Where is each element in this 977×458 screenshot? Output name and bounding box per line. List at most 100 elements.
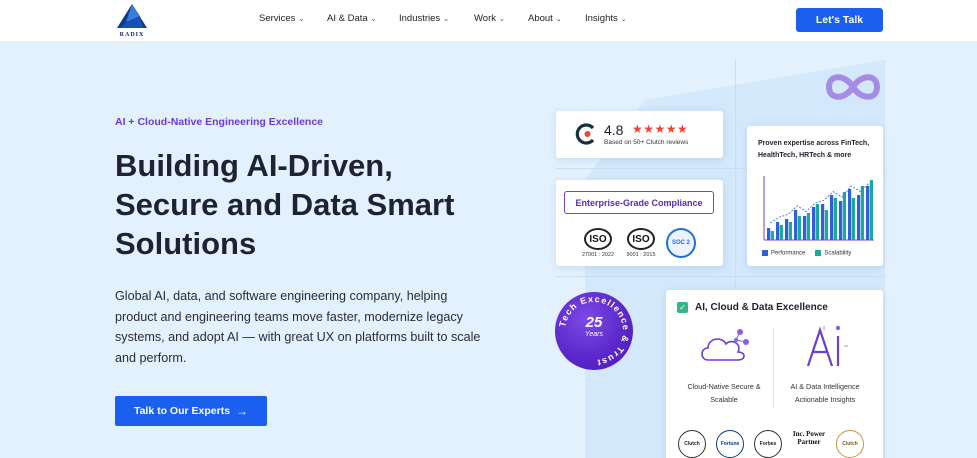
chart-bar-performance-10	[848, 189, 852, 240]
nav-label: About	[528, 13, 553, 24]
chart-bar-scalability-2	[779, 225, 783, 240]
chart-bar-performance-11	[857, 195, 861, 240]
chevron-down-icon: ⌄	[620, 15, 627, 23]
cta-label: Talk to Our Experts	[133, 405, 231, 417]
chart-bar-scalability-7	[824, 210, 828, 240]
infinity-icon	[825, 74, 881, 100]
lets-talk-button[interactable]: Let's Talk	[796, 8, 883, 32]
tech-excellence-badge: Tech Excellence & Trust 25 Years	[555, 292, 633, 370]
badge-years-number: 25	[585, 314, 603, 331]
chart-bar-performance-12	[866, 186, 870, 240]
chart-bar-scalability-1	[770, 231, 774, 240]
radix-logo[interactable]: RADIX	[113, 2, 151, 40]
chart-bar-scalability-10	[851, 198, 855, 240]
chart-bar-scalability-3	[788, 222, 792, 240]
legend-label: Scalability	[824, 250, 852, 257]
excellence-card: ✓ AI, Cloud & Data Excellence Cloud-Nati…	[666, 290, 883, 458]
nav-label: AI & Data	[327, 13, 368, 24]
clutch-logo-icon	[575, 123, 595, 145]
nav-insights[interactable]: Insights ⌄	[585, 13, 655, 24]
compliance-card: Enterprise-Grade Compliance ISO 27001 : …	[556, 180, 723, 266]
chart-bar-scalability-11	[860, 186, 864, 240]
logo-mark-icon	[117, 4, 147, 28]
clutch-subtitle: Based on 50+ Clutch reviews	[604, 139, 689, 146]
fortune-award-badge: Fortune	[716, 430, 744, 458]
chevron-down-icon: ⌄	[370, 15, 377, 23]
chevron-down-icon: ⌄	[298, 15, 305, 23]
forbes-award-badge: Forbes	[754, 430, 782, 458]
label-line: AI & Data Intelligence	[790, 382, 860, 391]
chart-bar-performance-8	[830, 195, 834, 240]
badge-center: 25 Years	[576, 314, 612, 339]
inc-power-partner-badge: Inc. Power Partner	[792, 430, 826, 446]
nav-label: Work	[474, 13, 496, 24]
iso-27001-badge: ISO 27001 : 2022	[578, 228, 618, 258]
site-header: RADIX Services ⌄ AI & Data ⌄ Industries ⌄ W…	[0, 0, 977, 42]
award-badges: Clutch Fortune Forbes Inc. Power Partner…	[678, 430, 864, 458]
legend-item: Performance	[762, 250, 805, 257]
ai-chip-icon	[806, 325, 848, 367]
star-rating-icon: ★★★★★	[632, 122, 689, 136]
chart-bar-scalability-5	[806, 213, 810, 240]
chart-bar-performance-7	[821, 204, 825, 240]
arrow-right-icon: →	[236, 404, 249, 418]
chart-legend: Performance Scalability	[762, 250, 851, 257]
headline-line: Building AI-Driven,	[115, 148, 393, 183]
expertise-chart-card: Proven expertise across FinTech, HealthT…	[747, 126, 883, 266]
compliance-title: Enterprise-Grade Compliance	[564, 191, 714, 214]
iso-code: 27001 : 2022	[581, 252, 615, 258]
label-line: Actionable Insights	[794, 395, 856, 404]
iso-mark: ISO	[584, 228, 612, 250]
label-line: Cloud-Native Secure &	[687, 382, 761, 391]
chart-bar-performance-6	[812, 207, 816, 240]
chevron-down-icon: ⌄	[555, 15, 562, 23]
label-line: Scalable	[710, 395, 738, 404]
nav-label: Industries	[399, 13, 441, 24]
checkbox-icon: ✓	[677, 302, 688, 313]
chart-bar-scalability-9	[842, 192, 846, 240]
bar-chart	[763, 176, 874, 241]
chart-bar-performance-3	[785, 219, 789, 240]
clutch-champion-badge: Clutch	[836, 430, 864, 458]
iso-mark: ISO	[627, 228, 655, 250]
talk-to-experts-button[interactable]: Talk to Our Experts →	[115, 396, 267, 426]
chevron-down-icon: ⌄	[443, 15, 450, 23]
excellence-title: AI, Cloud & Data Excellence	[695, 302, 828, 313]
cloud-native-label: Cloud-Native Secure & Scalable	[674, 380, 774, 406]
grid-line	[555, 276, 885, 277]
ai-data-label: AI & Data Intelligence Actionable Insigh…	[775, 380, 875, 406]
chart-bar-performance-9	[839, 201, 843, 240]
clutch-award-badge: Clutch	[678, 430, 706, 458]
clutch-rating-card: 4.8 ★★★★★ Based on 50+ Clutch reviews	[556, 111, 723, 158]
hero-description: Global AI, data, and software engineerin…	[115, 289, 481, 365]
iso-9001-badge: ISO 9001 : 2015	[621, 228, 661, 258]
chart-bar-performance-2	[776, 222, 780, 240]
nav-ai-data[interactable]: AI & Data ⌄	[327, 13, 399, 24]
chart-bar-scalability-8	[833, 198, 837, 240]
cloud-network-icon	[701, 329, 749, 361]
chart-bar-performance-1	[767, 228, 771, 240]
chart-bar-performance-5	[803, 216, 807, 240]
chart-bar-scalability-12	[869, 180, 873, 240]
chart-bar-scalability-6	[815, 204, 819, 240]
legend-swatch	[815, 250, 822, 256]
nav-industries[interactable]: Industries ⌄	[399, 13, 474, 24]
main-nav: Services ⌄ AI & Data ⌄ Industries ⌄ Work ⌄ A…	[259, 13, 655, 24]
soc2-badge: SOC 2	[666, 228, 696, 258]
nav-label: Insights	[585, 13, 618, 24]
nav-label: Services	[259, 13, 296, 24]
badge-years-label: Years	[585, 331, 603, 338]
nav-about[interactable]: About ⌄	[528, 13, 585, 24]
nav-work[interactable]: Work ⌄	[474, 13, 528, 24]
chart-bar-performance-4	[794, 210, 798, 240]
headline-line: Solutions	[115, 226, 257, 261]
chart-title: Proven expertise across FinTech, HealthT…	[758, 140, 870, 159]
legend-label: Performance	[771, 250, 806, 257]
hero-eyebrow: AI + Cloud-Native Engineering Excellence	[115, 116, 324, 128]
logo-text: RADIX	[119, 32, 145, 38]
chart-bar-scalability-4	[797, 216, 801, 240]
iso-code: 9001 : 2015	[626, 252, 656, 258]
clutch-score: 4.8	[604, 122, 624, 138]
legend-item: Scalability	[815, 250, 851, 257]
nav-services[interactable]: Services ⌄	[259, 13, 327, 24]
